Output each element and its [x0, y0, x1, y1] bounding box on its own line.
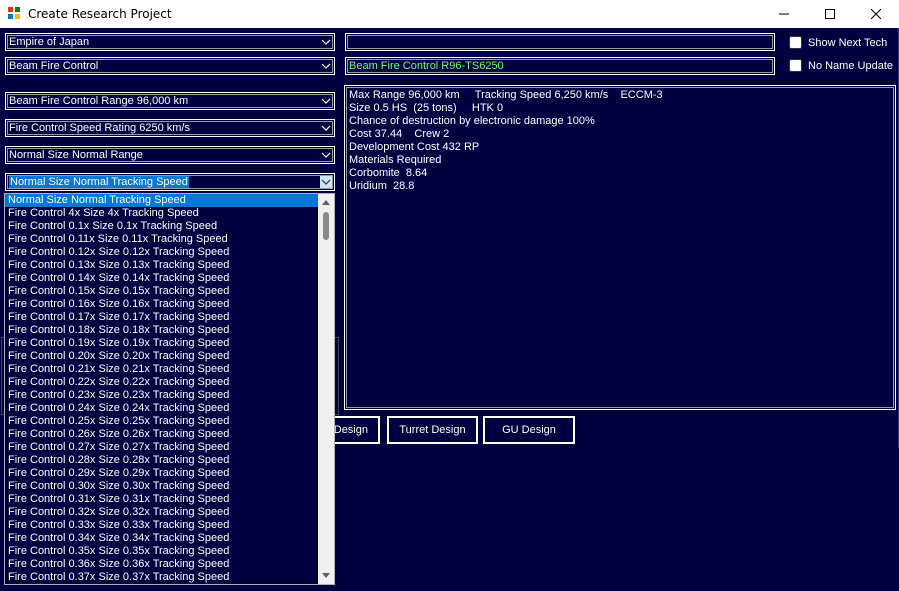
no-name-update-checkbox[interactable]: No Name Update — [789, 59, 893, 72]
dropdown-option[interactable]: Fire Control 0.21x Size 0.21x Tracking S… — [5, 363, 319, 376]
dropdown-option[interactable]: Fire Control 0.13x Size 0.13x Tracking S… — [5, 259, 319, 272]
empire-value: Empire of Japan — [9, 36, 90, 48]
dropdown-option[interactable]: Fire Control 4x Size 4x Tracking Speed — [5, 207, 319, 220]
info-line: Uridium 28.8 — [349, 180, 415, 192]
dropdown-option[interactable]: Fire Control 0.32x Size 0.32x Tracking S… — [5, 506, 319, 519]
component-type-select[interactable]: Beam Fire Control — [5, 57, 335, 75]
dropdown-option[interactable]: Fire Control 0.22x Size 0.22x Tracking S… — [5, 376, 319, 389]
info-line: Cost 37.44 Crew 2 — [349, 128, 450, 140]
info-line: Development Cost 432 RP — [349, 141, 480, 153]
info-line: Max Range 96,000 km Tracking Speed 6,250… — [349, 89, 663, 101]
dropdown-option[interactable]: Fire Control 0.1x Size 0.1x Tracking Spe… — [5, 220, 319, 233]
speed-value: Fire Control Speed Rating 6250 km/s — [9, 122, 190, 134]
dropdown-option[interactable]: Fire Control 0.37x Size 0.37x Tracking S… — [5, 571, 319, 584]
scroll-up-button[interactable] — [318, 194, 334, 210]
dropdown-option[interactable]: Fire Control 0.18x Size 0.18x Tracking S… — [5, 324, 319, 337]
dropdown-option[interactable]: Fire Control 0.28x Size 0.28x Tracking S… — [5, 454, 319, 467]
dropdown-options: Normal Size Normal Tracking Speed Fire Co… — [5, 194, 319, 584]
design-name-input[interactable]: Beam Fire Control R96-TS6250 — [345, 57, 775, 75]
dropdown-option[interactable]: Fire Control 0.23x Size 0.23x Tracking S… — [5, 389, 319, 402]
turret-design-button[interactable]: Turret Design — [387, 416, 478, 444]
dropdown-option[interactable]: Fire Control 0.31x Size 0.31x Tracking S… — [5, 493, 319, 506]
chevron-down-icon — [321, 125, 331, 131]
close-button[interactable] — [853, 0, 899, 28]
chevron-down-icon — [321, 39, 331, 45]
design-name-value: Beam Fire Control R96-TS6250 — [349, 60, 504, 72]
close-icon — [871, 9, 881, 19]
title-bar: Create Research Project — [0, 0, 899, 28]
size-select[interactable]: Normal Size Normal Range — [5, 146, 335, 164]
dropdown-option[interactable]: Fire Control 0.17x Size 0.17x Tracking S… — [5, 311, 319, 324]
chevron-down-icon — [321, 63, 331, 69]
dropdown-option[interactable]: Normal Size Normal Tracking Speed — [5, 194, 319, 207]
tracking-select[interactable]: Normal Size Normal Tracking Speed — [5, 173, 335, 191]
chevron-down-icon — [321, 152, 331, 158]
info-line: Size 0.5 HS (25 tons) HTK 0 — [349, 102, 504, 114]
dropdown-option[interactable]: Fire Control 0.34x Size 0.34x Tracking S… — [5, 532, 319, 545]
dropdown-option[interactable]: Fire Control 0.35x Size 0.35x Tracking S… — [5, 545, 319, 558]
dropdown-option[interactable]: Fire Control 0.20x Size 0.20x Tracking S… — [5, 350, 319, 363]
maximize-icon — [825, 9, 835, 19]
dropdown-option[interactable]: Fire Control 0.30x Size 0.30x Tracking S… — [5, 480, 319, 493]
component-info-panel: Max Range 96,000 km Tracking Speed 6,250… — [344, 85, 896, 410]
chevron-down-icon — [320, 176, 332, 188]
empire-select[interactable]: Empire of Japan — [5, 33, 335, 51]
arrow-up-icon — [322, 200, 330, 205]
dropdown-option[interactable]: Fire Control 0.16x Size 0.16x Tracking S… — [5, 298, 319, 311]
dropdown-option[interactable]: Fire Control 0.19x Size 0.19x Tracking S… — [5, 337, 319, 350]
dropdown-option[interactable]: Fire Control 0.11x Size 0.11x Tracking S… — [5, 233, 319, 246]
checkbox-box[interactable] — [789, 36, 802, 49]
window-title: Create Research Project — [28, 7, 172, 21]
minimize-icon — [779, 13, 789, 15]
no-name-update-label: No Name Update — [808, 59, 893, 72]
show-next-tech-label: Show Next Tech — [808, 36, 888, 49]
info-line: Corbomite 8.64 — [349, 167, 428, 179]
size-value: Normal Size Normal Range — [9, 149, 143, 161]
dropdown-option[interactable]: Fire Control 0.36x Size 0.36x Tracking S… — [5, 558, 319, 571]
dropdown-option[interactable]: Fire Control 0.15x Size 0.15x Tracking S… — [5, 285, 319, 298]
scroll-thumb[interactable] — [323, 212, 329, 240]
tracking-value: Normal Size Normal Tracking Speed — [9, 176, 189, 188]
app-icon — [8, 7, 21, 20]
show-next-tech-checkbox[interactable]: Show Next Tech — [789, 36, 887, 49]
range-value: Beam Fire Control Range 96,000 km — [9, 95, 189, 107]
dropdown-option[interactable]: Fire Control 0.33x Size 0.33x Tracking S… — [5, 519, 319, 532]
speed-select[interactable]: Fire Control Speed Rating 6250 km/s — [5, 119, 335, 137]
component-type-value: Beam Fire Control — [9, 60, 99, 72]
project-name-input[interactable] — [345, 33, 775, 51]
gu-design-button-label: GU Design — [502, 424, 556, 436]
dropdown-option[interactable]: Fire Control 0.24x Size 0.24x Tracking S… — [5, 402, 319, 415]
dropdown-option[interactable]: Fire Control 0.14x Size 0.14x Tracking S… — [5, 272, 319, 285]
dropdown-option[interactable]: Fire Control 0.12x Size 0.12x Tracking S… — [5, 246, 319, 259]
maximize-button[interactable] — [807, 0, 853, 28]
checkbox-box[interactable] — [789, 59, 802, 72]
range-select[interactable]: Beam Fire Control Range 96,000 km — [5, 92, 335, 110]
dropdown-option[interactable]: Fire Control 0.26x Size 0.26x Tracking S… — [5, 428, 319, 441]
dropdown-option[interactable]: Fire Control 0.25x Size 0.25x Tracking S… — [5, 415, 319, 428]
dropdown-option[interactable]: Fire Control 0.27x Size 0.27x Tracking S… — [5, 441, 319, 454]
scroll-down-button[interactable] — [318, 568, 334, 584]
minimize-button[interactable] — [761, 0, 807, 28]
design-button-label: Design — [333, 424, 368, 436]
turret-design-button-label: Turret Design — [399, 424, 466, 436]
gu-design-button[interactable]: GU Design — [483, 416, 575, 444]
tracking-speed-dropdown-list[interactable]: Normal Size Normal Tracking Speed Fire Co… — [4, 193, 335, 585]
dropdown-scrollbar[interactable] — [318, 194, 334, 584]
arrow-down-icon — [322, 573, 330, 578]
dropdown-option[interactable]: Fire Control 0.29x Size 0.29x Tracking S… — [5, 467, 319, 480]
chevron-down-icon — [321, 98, 331, 104]
info-line: Materials Required — [349, 154, 442, 166]
info-line: Chance of destruction by electronic dama… — [349, 115, 595, 127]
